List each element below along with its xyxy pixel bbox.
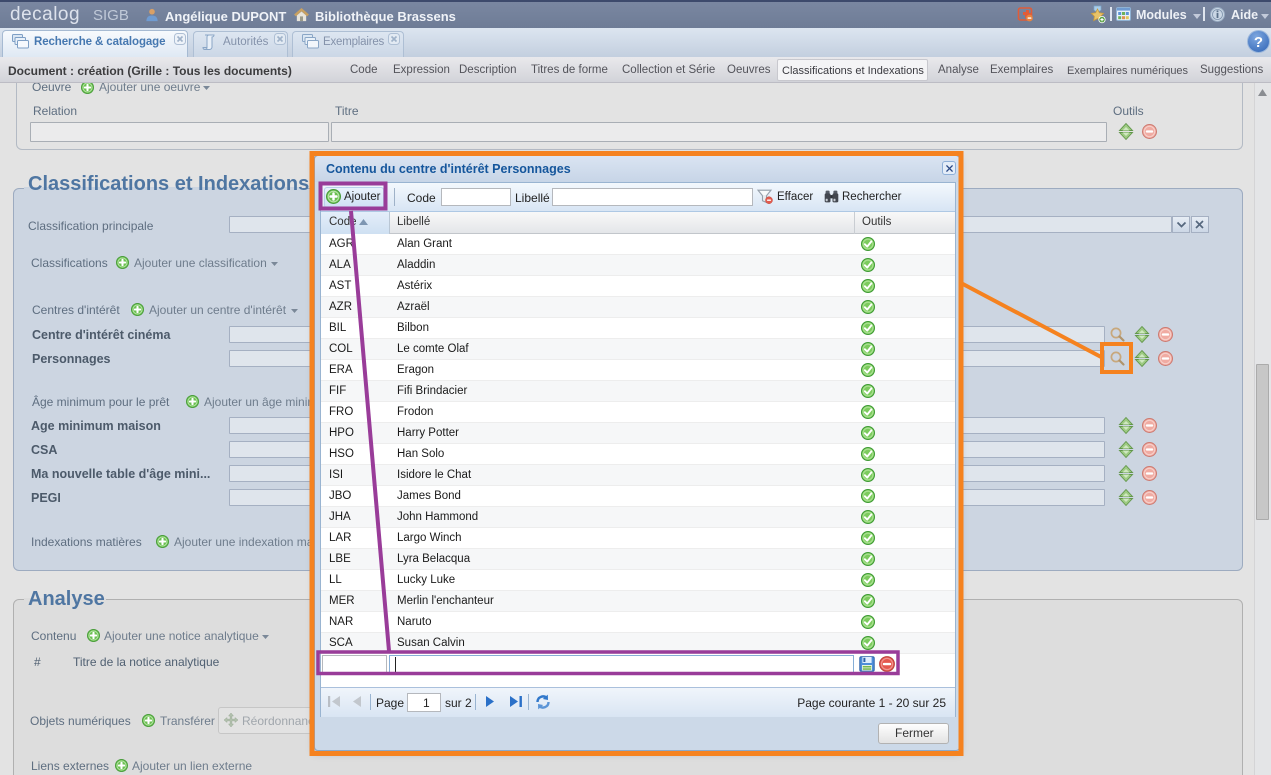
svg-text:?: ? [1254, 34, 1263, 51]
